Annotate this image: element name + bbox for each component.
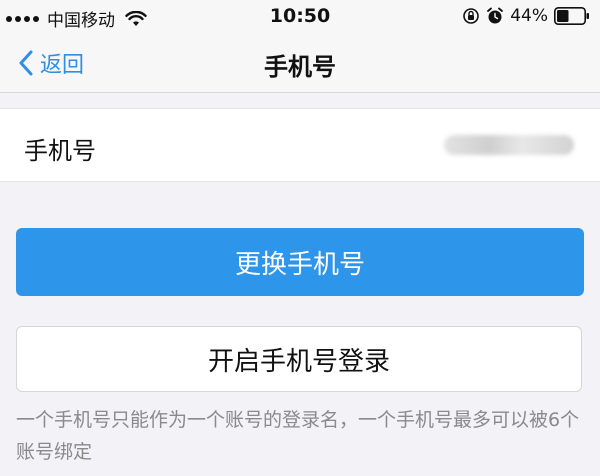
rotation-lock-icon bbox=[463, 8, 480, 24]
phone-number-label: 手机号 bbox=[24, 137, 96, 165]
nav-bar: 返回 手机号 bbox=[0, 34, 600, 93]
alarm-icon bbox=[487, 7, 504, 24]
blurred-phone-number bbox=[444, 135, 574, 155]
change-phone-button[interactable]: 更换手机号 bbox=[16, 228, 584, 296]
page-title: 手机号 bbox=[264, 53, 336, 81]
status-bar: 中国移动 10:50 44% bbox=[0, 0, 600, 34]
phone-number-row: 手机号 bbox=[0, 108, 600, 182]
battery-percent: 44% bbox=[510, 6, 548, 26]
battery-icon bbox=[554, 7, 589, 25]
footnote-text: 一个手机号只能作为一个账号的登录名，一个手机号最多可以被6个账号绑定 bbox=[16, 409, 580, 463]
status-right: 44% bbox=[462, 6, 590, 26]
enable-phone-login-button[interactable]: 开启手机号登录 bbox=[16, 326, 582, 392]
